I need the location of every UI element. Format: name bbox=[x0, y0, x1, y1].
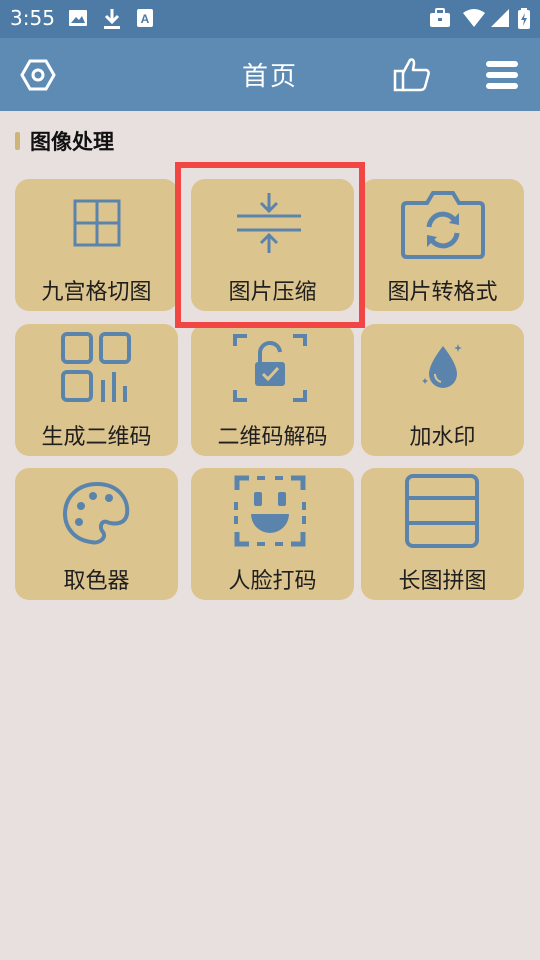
tile-nine-grid-cut[interactable]: 九宫格切图 bbox=[15, 179, 178, 311]
status-bar: 3:55 A bbox=[0, 0, 540, 38]
grid-icon bbox=[73, 199, 121, 247]
briefcase-icon bbox=[429, 8, 451, 32]
qr-code-icon bbox=[61, 332, 131, 402]
tile-label: 二维码解码 bbox=[217, 425, 328, 450]
app-bar: 首页 bbox=[0, 38, 540, 111]
status-time: 3:55 bbox=[10, 6, 55, 30]
thumbs-up-icon[interactable] bbox=[393, 56, 431, 96]
text-badge-icon: A bbox=[136, 8, 154, 32]
camera-rotate-icon bbox=[401, 191, 485, 259]
page-title: 首页 bbox=[241, 62, 298, 92]
signal-icon bbox=[490, 8, 510, 32]
tile-label: 九宫格切图 bbox=[41, 280, 152, 305]
tile-label: 图片转格式 bbox=[387, 280, 498, 305]
tile-label: 人脸打码 bbox=[228, 569, 317, 594]
tile-image-format-convert[interactable]: 图片转格式 bbox=[361, 179, 524, 311]
tile-label: 取色器 bbox=[63, 569, 130, 594]
highlight-box bbox=[175, 162, 365, 328]
tile-qr-decode[interactable]: 二维码解码 bbox=[191, 324, 354, 456]
section-title: 图像处理 bbox=[30, 130, 114, 154]
image-icon bbox=[68, 8, 88, 32]
wifi-icon bbox=[462, 8, 486, 32]
scan-unlock-icon bbox=[233, 334, 307, 402]
tile-color-picker[interactable]: 取色器 bbox=[15, 468, 178, 600]
tile-generate-qr[interactable]: 生成二维码 bbox=[15, 324, 178, 456]
tile-long-image-stitch[interactable]: 长图拼图 bbox=[361, 468, 524, 600]
download-icon bbox=[102, 8, 122, 34]
battery-icon bbox=[517, 8, 531, 34]
long-image-icon bbox=[405, 474, 479, 548]
water-drop-icon bbox=[422, 344, 462, 388]
tile-label: 长图拼图 bbox=[398, 569, 487, 594]
palette-icon bbox=[62, 481, 130, 545]
tile-label: 生成二维码 bbox=[41, 425, 152, 450]
svg-text:A: A bbox=[141, 12, 150, 26]
face-scan-icon bbox=[234, 475, 306, 547]
tile-add-watermark[interactable]: 加水印 bbox=[361, 324, 524, 456]
tile-label: 加水印 bbox=[409, 425, 476, 450]
menu-icon[interactable] bbox=[485, 59, 519, 95]
tile-face-mosaic[interactable]: 人脸打码 bbox=[191, 468, 354, 600]
section-accent-bar bbox=[15, 132, 20, 150]
